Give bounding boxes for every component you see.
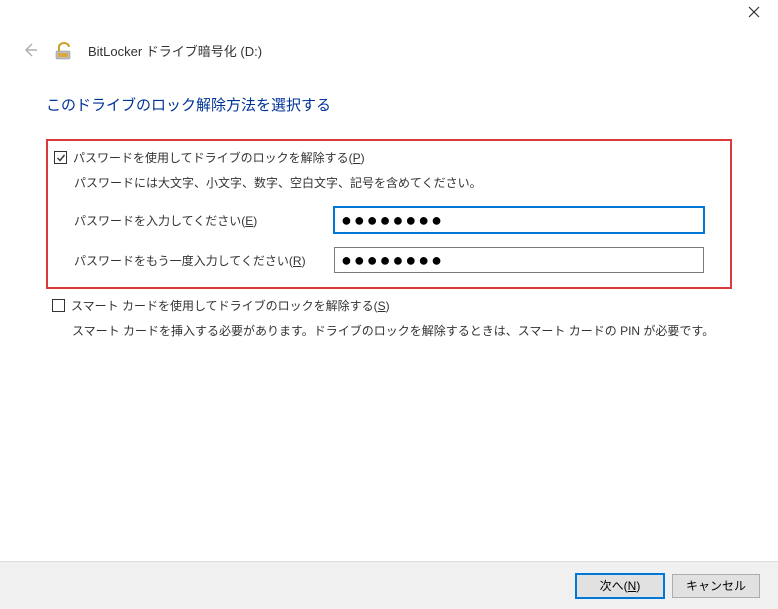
password-checkbox-label[interactable]: パスワードを使用してドライブのロックを解除する(P) [73, 149, 365, 166]
header-title: BitLocker ドライブ暗号化 (D:) [88, 41, 262, 60]
password-confirm-input[interactable]: ●●●●●●●● [334, 247, 704, 273]
password-input[interactable]: ●●●●●●●● [334, 207, 704, 233]
cancel-button[interactable]: キャンセル [672, 574, 760, 598]
password-input-label: パスワードを入力してください(E) [74, 212, 334, 229]
password-confirm-label: パスワードをもう一度入力してください(R) [74, 252, 334, 269]
password-hint: パスワードには大文字、小文字、数字、空白文字、記号を含めてください。 [54, 174, 720, 191]
back-arrow-icon [20, 40, 40, 60]
smartcard-hint: スマート カードを挿入する必要があります。ドライブのロックを解除するときは、スマ… [52, 322, 732, 339]
smartcard-checkbox-label[interactable]: スマート カードを使用してドライブのロックを解除する(S) [71, 297, 390, 314]
close-icon[interactable] [748, 6, 764, 22]
next-button[interactable]: 次へ(N) [576, 574, 664, 598]
password-section-highlight: パスワードを使用してドライブのロックを解除する(P) パスワードには大文字、小文… [46, 139, 732, 289]
password-checkbox[interactable] [54, 151, 67, 164]
page-title: このドライブのロック解除方法を選択する [46, 94, 732, 115]
smartcard-checkbox[interactable] [52, 299, 65, 312]
bitlocker-icon [54, 40, 74, 60]
